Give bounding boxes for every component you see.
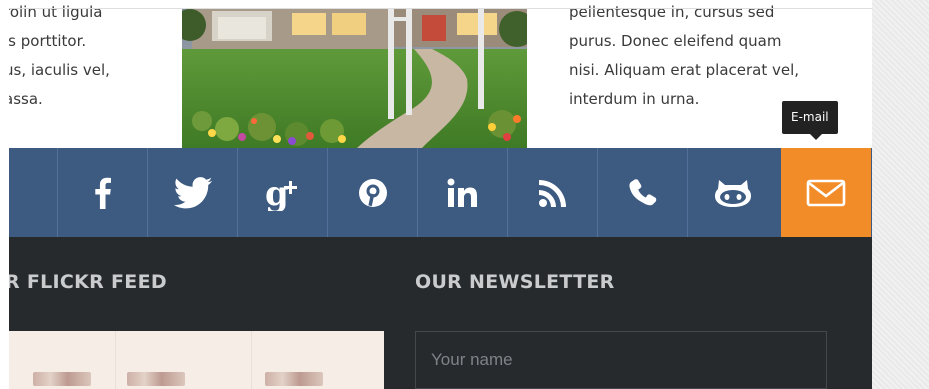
email-tooltip: E-mail xyxy=(782,101,838,140)
content-area: rolin ut ligula is porttitor. us, iaculi… xyxy=(9,0,872,389)
right-text-line: purus. Donec eleifend quam xyxy=(569,32,782,50)
twitter-icon xyxy=(173,176,212,208)
left-edge xyxy=(0,0,9,389)
rss-button[interactable] xyxy=(507,148,597,237)
pinterest-icon xyxy=(358,178,387,207)
phone-button[interactable] xyxy=(597,148,687,237)
right-text-line: nisi. Aliquam erat placerat vel, xyxy=(569,61,800,79)
right-text-line: pellentesque in, cursus sed xyxy=(569,3,775,21)
left-text-line: is porttitor. xyxy=(9,32,87,50)
top-border xyxy=(9,8,872,9)
footer: R FLICKR FEED OUR NEWSLETTER xyxy=(9,237,872,389)
rss-icon xyxy=(538,179,566,207)
left-text-line: rolin ut ligula xyxy=(9,3,103,21)
linkedin-icon xyxy=(447,178,477,207)
flickr-thumb xyxy=(265,372,323,386)
twitter-button[interactable] xyxy=(147,148,237,237)
name-input[interactable] xyxy=(415,331,827,389)
email-icon xyxy=(806,179,846,206)
google-plus-icon: g xyxy=(265,175,297,211)
linkedin-button[interactable] xyxy=(417,148,507,237)
svg-text:g: g xyxy=(265,175,289,211)
left-text-line: us, iaculis vel, xyxy=(9,61,110,79)
house-photo xyxy=(182,9,527,148)
page: rolin ut ligula is porttitor. us, iaculi… xyxy=(0,0,929,389)
github-icon xyxy=(714,179,751,207)
flickr-thumb xyxy=(33,372,91,386)
facebook-button[interactable] xyxy=(57,148,147,237)
social-bar: g xyxy=(9,148,872,237)
flickr-thumb-divider xyxy=(115,331,116,389)
newsletter-heading: OUR NEWSLETTER xyxy=(415,271,615,293)
left-text-column: rolin ut ligula is porttitor. us, iaculi… xyxy=(9,0,164,114)
google-plus-button[interactable]: g xyxy=(237,148,327,237)
phone-icon xyxy=(628,178,656,205)
github-button[interactable] xyxy=(687,148,777,237)
email-button[interactable] xyxy=(781,148,871,237)
flickr-feed-heading: R FLICKR FEED xyxy=(9,271,167,293)
facebook-icon xyxy=(94,177,111,209)
flickr-thumb xyxy=(127,372,185,386)
flickr-thumb-divider xyxy=(251,331,252,389)
flickr-image[interactable] xyxy=(9,331,384,389)
pinterest-button[interactable] xyxy=(327,148,417,237)
right-text-column: pellentesque in, cursus sed purus. Donec… xyxy=(569,0,859,114)
left-text-line: assa. xyxy=(9,90,43,108)
page-gutter xyxy=(872,0,929,389)
